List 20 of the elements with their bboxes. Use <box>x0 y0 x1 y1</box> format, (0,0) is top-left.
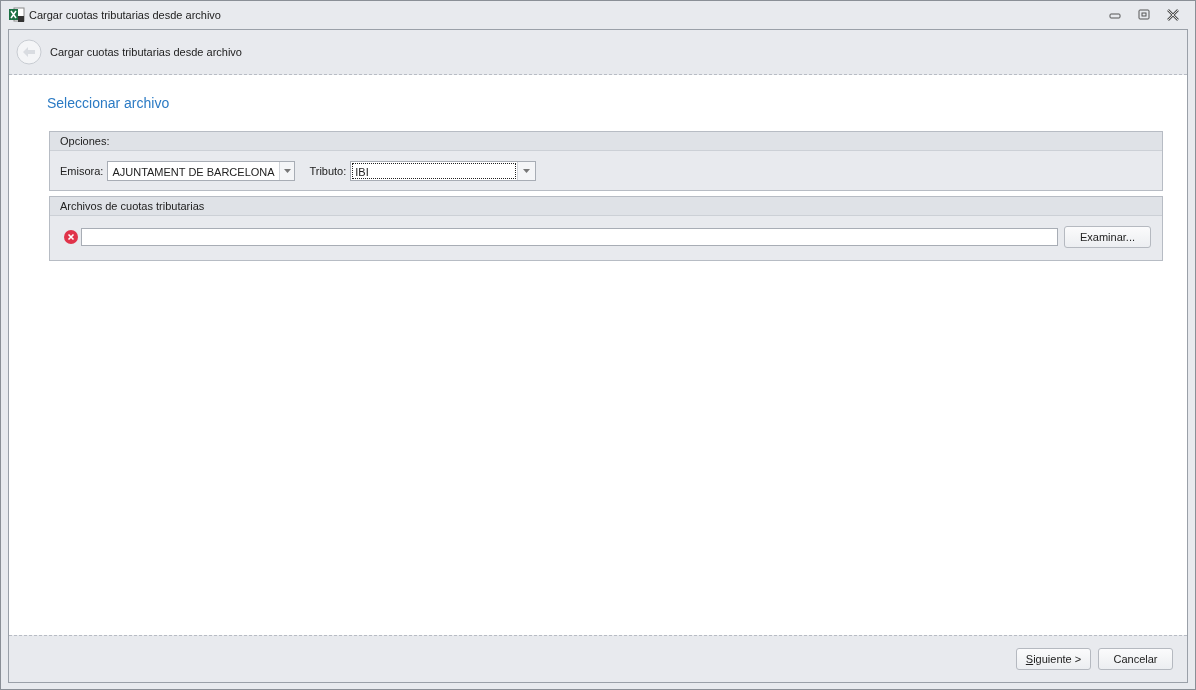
field-label: Emisora: <box>60 165 104 177</box>
window-title: Cargar cuotas tributarias desde archivo <box>29 9 221 21</box>
dropdown[interactable]: AJUNTAMENT DE BARCELONA <box>107 161 296 181</box>
restore-icon[interactable] <box>1138 9 1150 21</box>
dropdown[interactable]: IBI <box>350 161 537 181</box>
dropdown-value: IBI <box>352 163 517 179</box>
section-title: Seleccionar archivo <box>47 95 171 111</box>
close-icon[interactable] <box>1167 9 1179 21</box>
spreadsheet-icon <box>9 7 25 23</box>
file-path-field[interactable] <box>81 228 1058 246</box>
browse-button[interactable]: Examinar... <box>1064 226 1151 248</box>
dropdown-value: AJUNTAMENT DE BARCELONA <box>111 165 276 179</box>
group-title: Opciones: <box>50 132 1162 151</box>
dropdown-caret-icon <box>523 169 531 173</box>
group-title: Archivos de cuotas tributarias <box>50 197 1162 216</box>
page-header-title: Cargar cuotas tributarias desde archivo <box>50 46 242 58</box>
footer-button[interactable]: Cancelar <box>1098 648 1173 670</box>
dropdown-caret-icon <box>283 169 291 173</box>
footer-button[interactable]: Siguiente > <box>1016 648 1091 670</box>
field-label: Tributo: <box>309 165 347 177</box>
